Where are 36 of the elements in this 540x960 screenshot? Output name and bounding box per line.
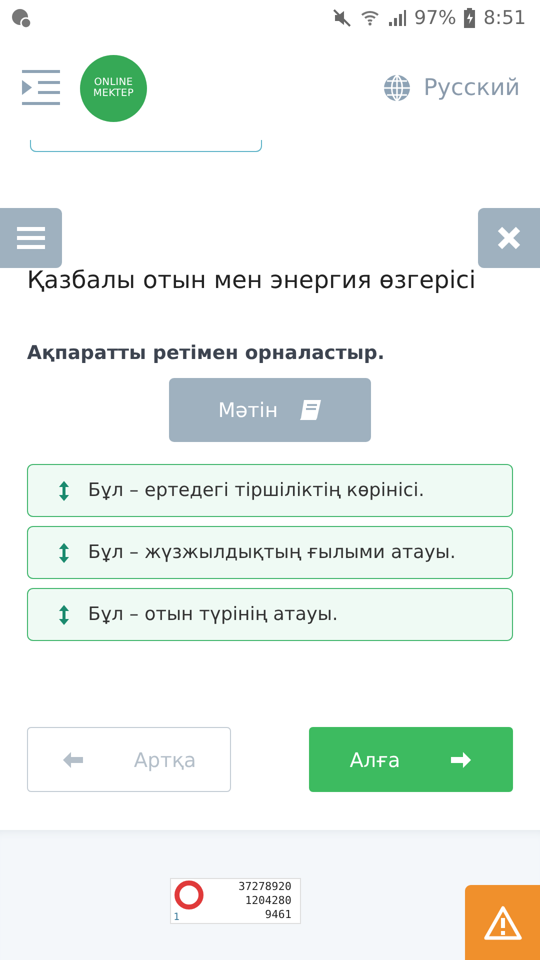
counter-online: 9461	[265, 908, 292, 922]
notification-icon	[10, 7, 32, 29]
sortable-item[interactable]: Бұл – ертедегі тіршіліктің көрінісі.	[27, 464, 513, 517]
ring-icon	[174, 880, 204, 910]
mute-icon	[332, 8, 352, 28]
visitor-counter[interactable]: 1 37278920 1204280 9461	[170, 878, 300, 924]
report-button[interactable]	[465, 885, 540, 960]
lesson-title: Қазбалы отын мен энергия өзгерісі	[27, 266, 477, 294]
book-icon	[298, 399, 322, 421]
text-button[interactable]: Мәтін	[169, 378, 371, 442]
arrow-left-icon	[62, 750, 84, 768]
next-button[interactable]: Алға	[309, 727, 513, 792]
task-instruction: Ақпаратты ретімен орналастыр.	[27, 342, 386, 364]
clock-time: 8:51	[483, 7, 526, 29]
arrow-right-icon	[450, 750, 472, 768]
menu-icon[interactable]	[22, 70, 60, 106]
counter-total: 37278920	[238, 880, 292, 894]
signal-icon	[388, 9, 406, 27]
counter-today: 1204280	[245, 894, 292, 908]
vertical-arrow-icon	[58, 540, 70, 564]
logo[interactable]: ONLINE MEKTEP	[80, 54, 147, 122]
wifi-icon	[360, 8, 380, 28]
close-icon	[497, 226, 521, 250]
language-selector[interactable]: Русский	[383, 74, 520, 102]
close-button[interactable]	[478, 208, 540, 268]
vertical-arrow-icon	[58, 602, 70, 626]
menu-button[interactable]	[0, 208, 62, 268]
battery-icon	[464, 8, 476, 28]
sortable-item[interactable]: Бұл – отын түрінің атауы.	[27, 588, 513, 641]
menu-icon	[17, 227, 45, 249]
counter-index: 1	[174, 912, 181, 923]
vertical-arrow-icon	[58, 478, 70, 502]
warning-icon	[482, 904, 522, 940]
sortable-item[interactable]: Бұл – жүзжылдықтың ғылыми атауы.	[27, 526, 513, 579]
battery-percentage: 97%	[414, 7, 456, 29]
globe-icon	[383, 74, 412, 102]
